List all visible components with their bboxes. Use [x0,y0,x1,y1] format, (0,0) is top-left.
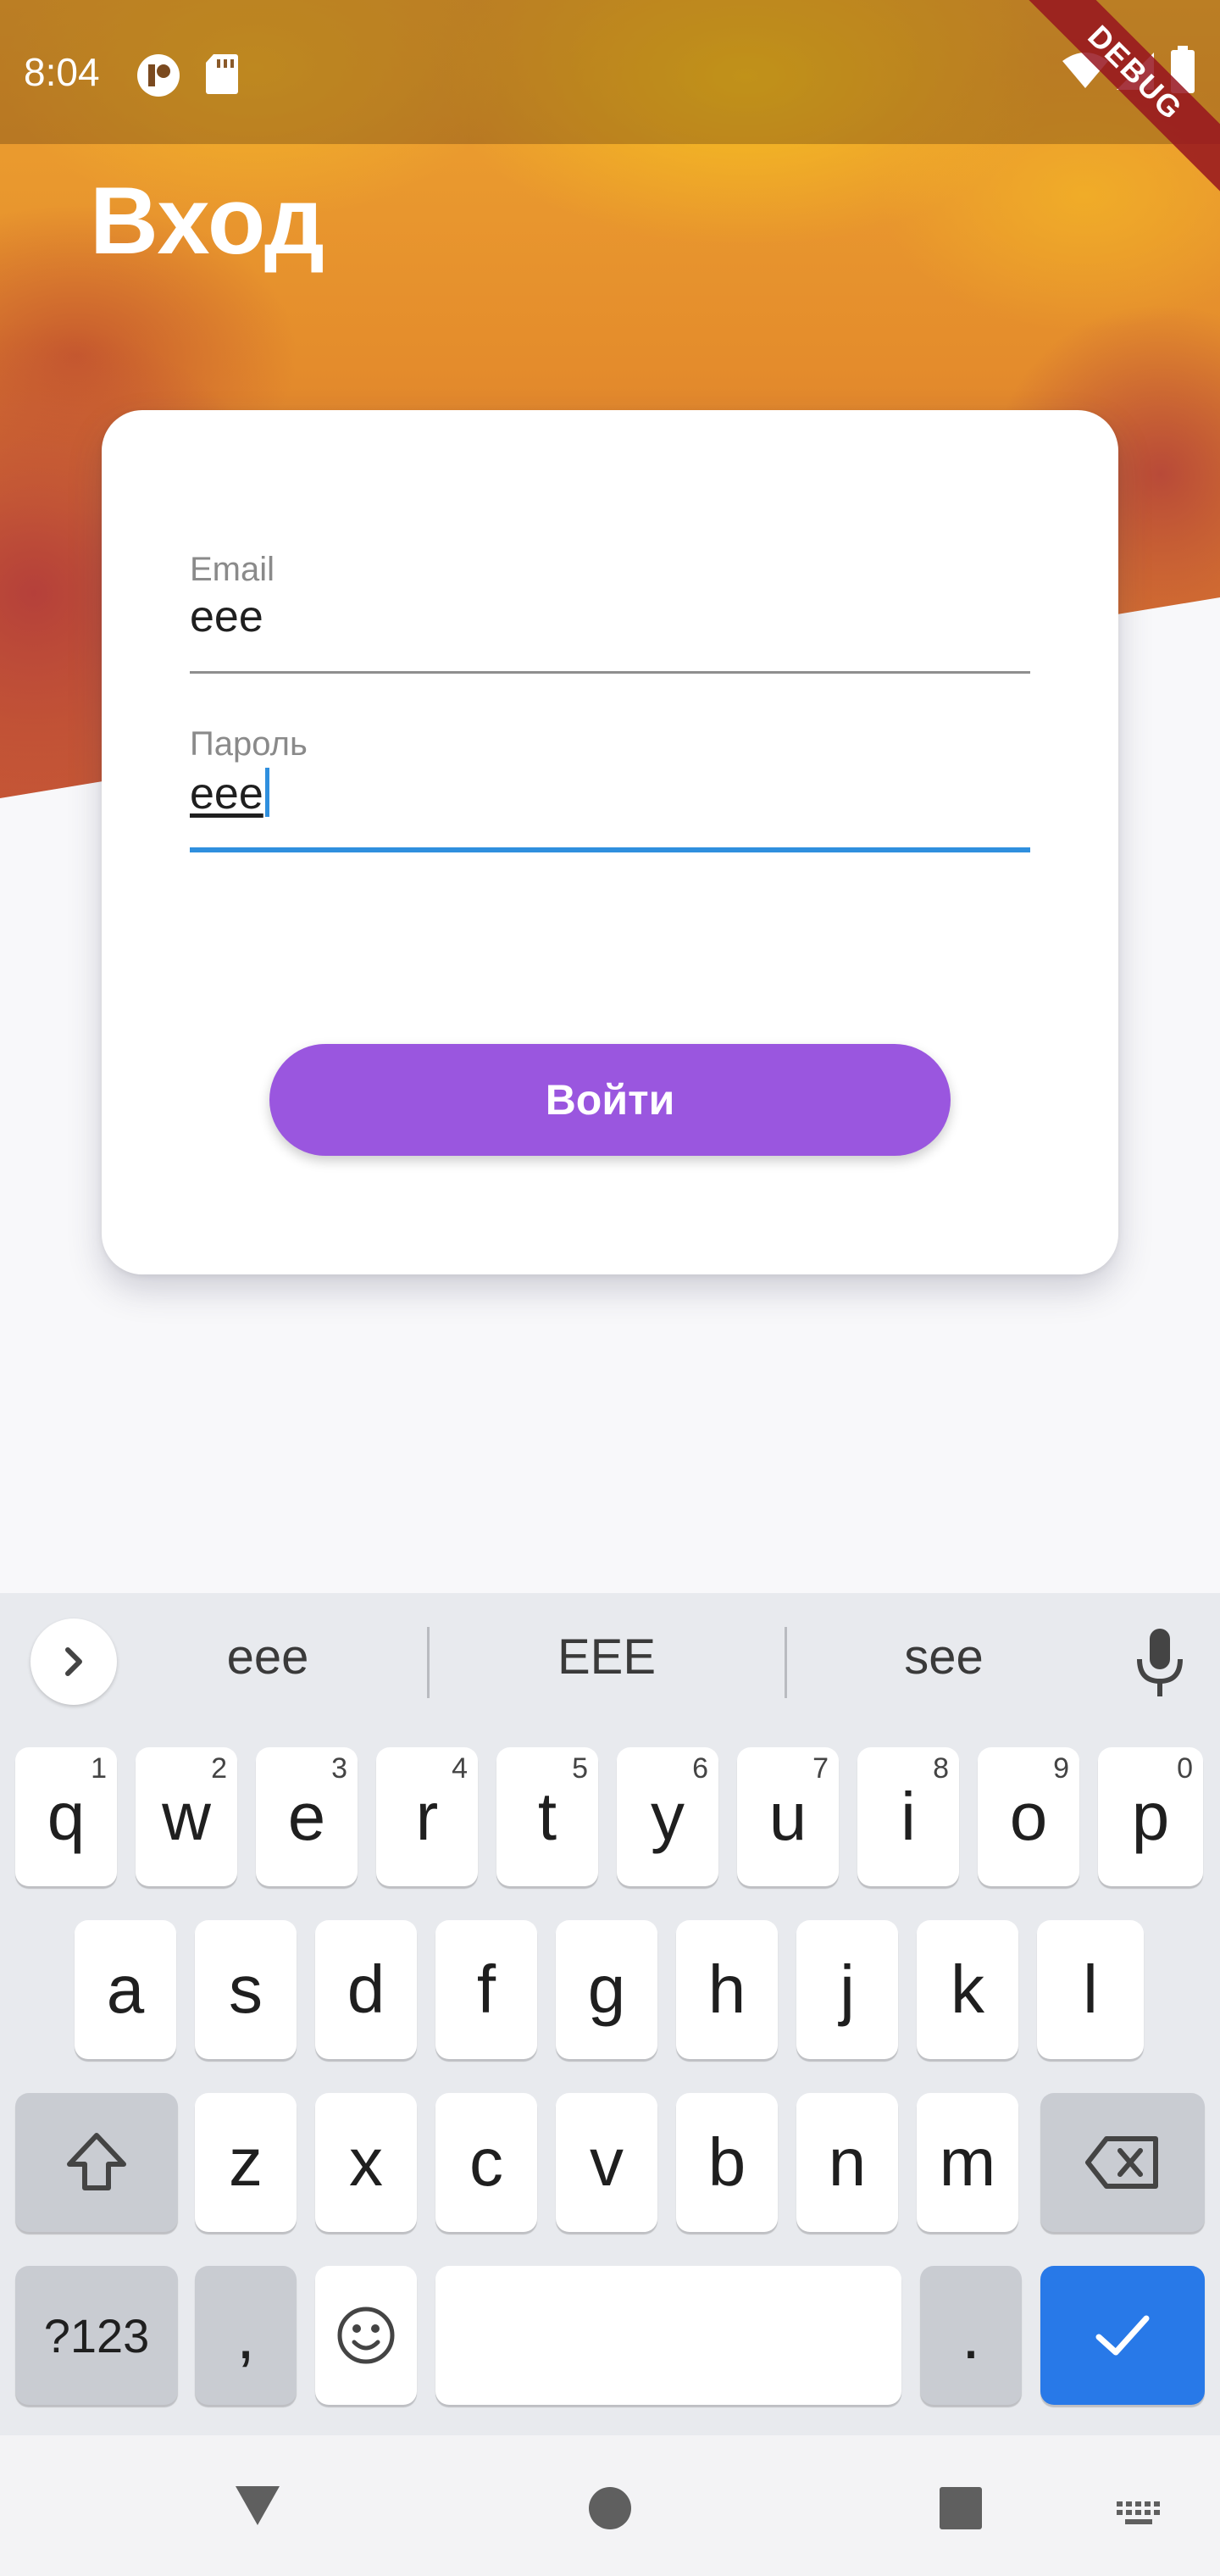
status-bar: 8:04 DEBUG [0,0,1220,198]
suggestion-3[interactable]: see [791,1629,1096,1685]
suggestion-divider [427,1627,430,1698]
emoji-key[interactable] [315,2266,417,2405]
key-y[interactable]: y6 [617,1747,718,1886]
key-k[interactable]: k [917,1920,1018,2059]
email-underline [190,671,1030,674]
password-underline-focused [190,847,1030,852]
suggestion-strip: eee EEE see [0,1593,1220,1727]
key-label: q [47,1779,86,1854]
key-label: u [768,1779,807,1854]
key-d[interactable]: d [315,1920,417,2059]
key-x[interactable]: x [315,2093,417,2232]
expand-toolbar-button[interactable] [30,1618,117,1705]
key-i[interactable]: i8 [857,1747,959,1886]
key-label: p [1131,1779,1170,1854]
soft-keyboard: eee EEE see q1 w2 e3 r4 t5 y6 u7 i8 o9 p… [0,1593,1220,2435]
key-s[interactable]: s [195,1920,297,2059]
sd-card-icon [205,53,239,99]
key-z[interactable]: z [195,2093,297,2232]
emoji-icon [337,2307,395,2364]
page-title: Вход [90,168,324,274]
key-n[interactable]: n [796,2093,898,2232]
key-label: r [415,1779,439,1854]
key-hint: 5 [572,1752,588,1785]
key-b[interactable]: b [676,2093,778,2232]
key-g[interactable]: g [556,1920,657,2059]
status-time: 8:04 [24,50,100,94]
key-label: w [162,1779,211,1854]
key-u[interactable]: u7 [737,1747,839,1886]
system-nav-bar [0,2435,1220,2576]
key-o[interactable]: o9 [978,1747,1079,1886]
key-hint: 8 [933,1752,949,1785]
text-cursor [264,768,269,817]
key-hint: 0 [1177,1752,1193,1785]
key-t[interactable]: t5 [496,1747,598,1886]
symbols-key[interactable]: ?123 [15,2266,178,2405]
password-value: eee [190,769,263,819]
key-j[interactable]: j [796,1920,898,2059]
key-label: t [537,1779,557,1854]
home-icon[interactable] [588,2486,632,2534]
backspace-icon [1085,2136,1158,2189]
key-hint: 6 [692,1752,708,1785]
key-label: i [901,1779,916,1854]
email-label: Email [190,551,275,588]
key-v[interactable]: v [556,2093,657,2232]
key-m[interactable]: m [917,2093,1018,2232]
login-button[interactable]: Войти [269,1044,951,1156]
email-input[interactable]: eee [190,591,263,642]
key-hint: 3 [331,1752,347,1785]
password-label: Пароль [190,725,308,763]
key-a[interactable]: a [75,1920,176,2059]
shift-key[interactable] [15,2093,178,2232]
suggestion-divider [785,1627,787,1698]
period-key[interactable]: . [920,2266,1022,2405]
key-p[interactable]: p0 [1098,1747,1203,1886]
key-label: e [287,1779,326,1854]
key-label: y [651,1779,685,1854]
checkmark-icon [1095,2315,1150,2356]
key-label: o [1009,1779,1048,1854]
keyboard-switch-icon[interactable] [1115,2500,1162,2533]
recents-icon[interactable] [939,2486,983,2534]
key-l[interactable]: l [1037,1920,1144,2059]
back-icon[interactable] [232,2483,283,2533]
login-card: Email eee Пароль eee Войти [102,410,1118,1274]
key-f[interactable]: f [435,1920,537,2059]
comma-key[interactable]: , [195,2266,297,2405]
login-screen: 8:04 DEBUG Вход Email eee Пароль eee Вой… [0,0,1220,2576]
done-key[interactable] [1040,2266,1205,2405]
key-hint: 7 [812,1752,829,1785]
shift-icon [67,2133,126,2190]
suggestion-2[interactable]: EEE [454,1629,759,1685]
email-field[interactable]: Email eee [190,551,1030,678]
microphone-icon[interactable] [1130,1625,1190,1702]
key-r[interactable]: r4 [376,1747,478,1886]
key-hint: 4 [452,1752,468,1785]
key-c[interactable]: c [435,2093,537,2232]
password-field[interactable]: Пароль eee [190,725,1030,861]
key-w[interactable]: w2 [136,1747,237,1886]
chevron-right-icon [65,1647,82,1676]
backspace-key[interactable] [1040,2093,1205,2232]
notification-app-icon [136,53,181,103]
key-hint: 1 [91,1752,107,1785]
space-key[interactable] [435,2266,901,2405]
key-q[interactable]: q1 [15,1747,117,1886]
key-e[interactable]: e3 [256,1747,358,1886]
suggestion-1[interactable]: eee [115,1629,420,1685]
key-hint: 9 [1053,1752,1069,1785]
key-hint: 2 [211,1752,227,1785]
password-input[interactable]: eee [190,768,269,819]
key-h[interactable]: h [676,1920,778,2059]
